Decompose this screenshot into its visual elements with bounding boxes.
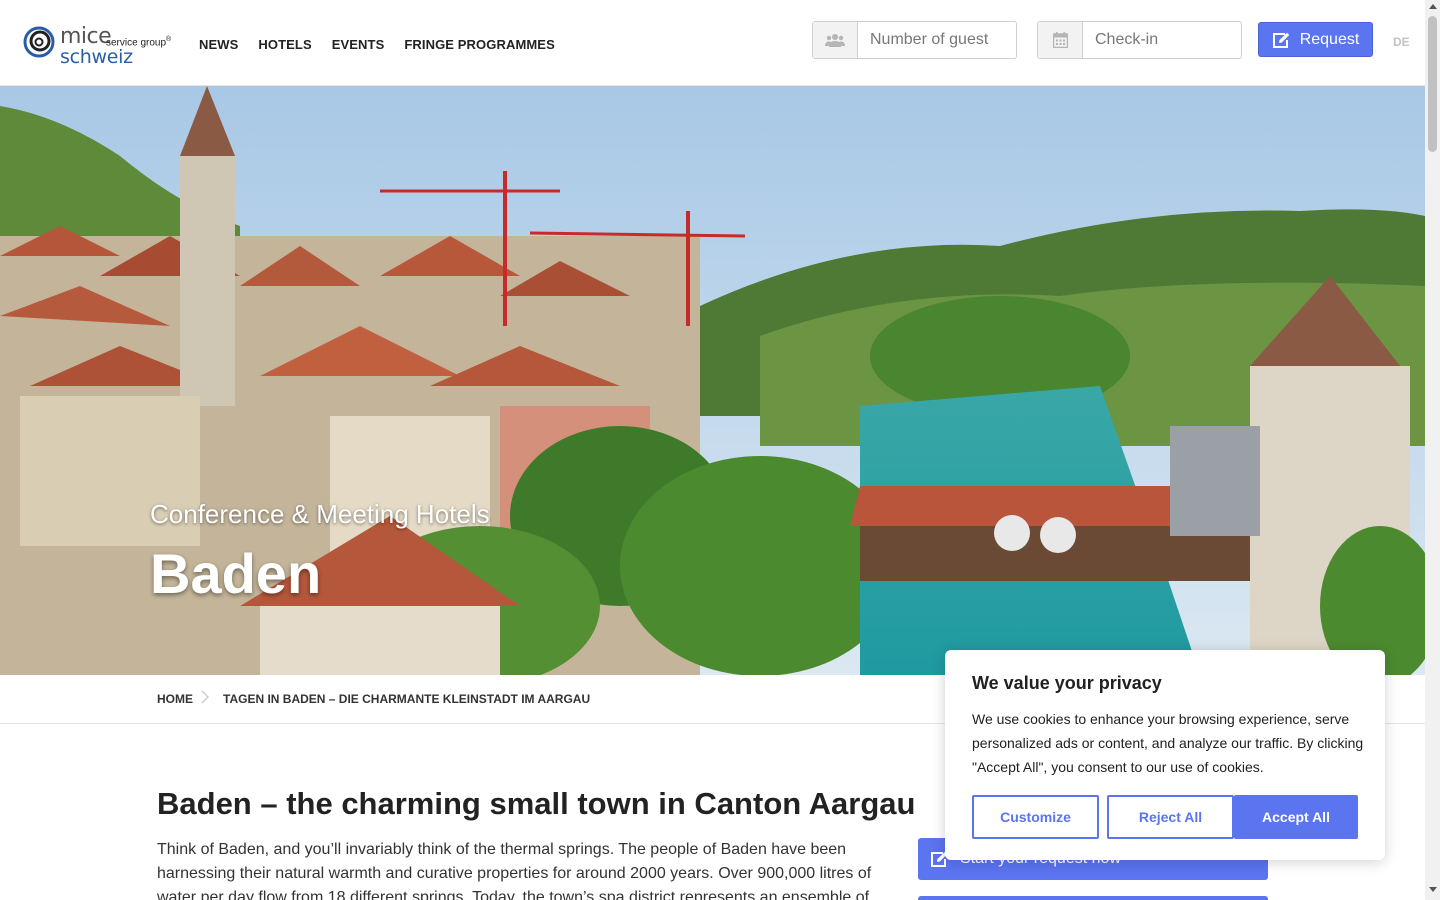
article-title: Baden – the charming small town in Canto… [157, 786, 916, 821]
customize-button[interactable]: Customize [972, 795, 1099, 839]
guest-count-input[interactable] [858, 22, 1016, 58]
nav-fringe-programmes[interactable]: FRINGE PROGRAMMES [404, 37, 554, 52]
users-icon [813, 22, 858, 58]
cookie-title: We value your privacy [972, 673, 1162, 693]
guest-count-field [812, 21, 1017, 59]
request-button-label: Request [1299, 30, 1360, 48]
article-body: Think of Baden, and you’ll invariably th… [157, 841, 872, 900]
nav-events[interactable]: EVENTS [332, 37, 385, 52]
edit-icon [1272, 32, 1289, 48]
accept-all-button[interactable]: Accept All [1234, 795, 1358, 839]
scroll-down-arrow-icon[interactable] [1429, 887, 1437, 892]
nav-hotels[interactable]: HOTELS [258, 37, 311, 52]
breadcrumb-home[interactable]: HOME [157, 692, 193, 706]
breadcrumb-current: TAGEN IN BADEN – DIE CHARMANTE KLEINSTAD… [223, 692, 591, 706]
hero-subtitle: Conference & Meeting Hotels [150, 499, 490, 529]
checkin-field [1037, 21, 1242, 59]
cookie-consent-dialog: We value your privacy We use cookies to … [945, 650, 1385, 860]
site-header: mice service group® schweiz NEWS HOTELS … [0, 0, 1425, 86]
hero-title: Baden [150, 542, 322, 605]
chevron-right-icon [201, 690, 209, 704]
page-scrollbar[interactable] [1425, 0, 1440, 900]
calendar-icon [1038, 22, 1083, 58]
nav-news[interactable]: NEWS [199, 37, 238, 52]
checkin-input[interactable] [1083, 22, 1241, 58]
cookie-text: We use cookies to enhance your browsing … [972, 711, 1364, 775]
logo-ring-icon [23, 26, 55, 58]
language-switch[interactable]: DE [1393, 35, 1410, 49]
scroll-thumb[interactable] [1428, 16, 1437, 152]
logo[interactable]: mice service group® schweiz [20, 22, 180, 68]
reject-all-button[interactable]: Reject All [1107, 795, 1234, 839]
secondary-sidebar-button[interactable] [918, 896, 1268, 900]
logo-schweiz-text: schweiz [60, 46, 133, 68]
main-nav: NEWS HOTELS EVENTS FRINGE PROGRAMMES [199, 37, 575, 52]
scroll-up-arrow-icon[interactable] [1429, 4, 1437, 9]
hero-banner: Conference & Meeting Hotels Baden [0, 86, 1425, 675]
request-button[interactable]: Request [1258, 22, 1373, 57]
